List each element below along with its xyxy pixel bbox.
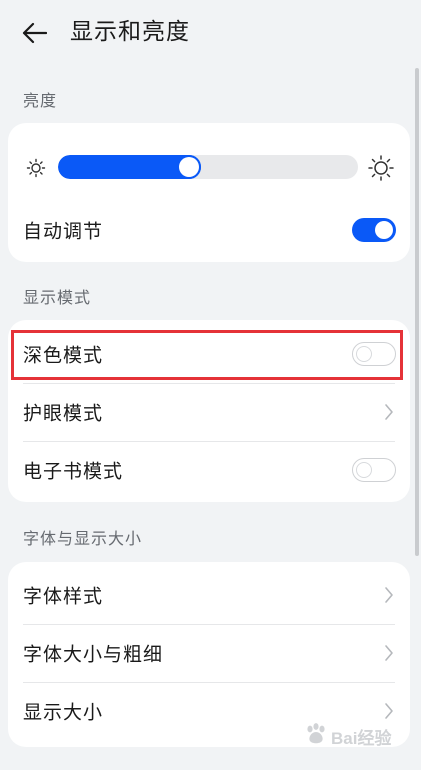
- arrow-left-icon: [22, 22, 47, 44]
- chevron-right-icon: [385, 645, 393, 661]
- back-button[interactable]: [18, 17, 50, 49]
- font-style-row[interactable]: 字体样式: [8, 566, 410, 624]
- section-title-brightness: 亮度: [23, 91, 58, 110]
- page-title: 显示和亮度: [70, 19, 190, 45]
- auto-adjust-row[interactable]: 自动调节: [8, 201, 410, 259]
- font-size-weight-row[interactable]: 字体大小与粗细: [8, 624, 410, 682]
- brightness-card: 自动调节: [8, 123, 410, 262]
- eye-comfort-label: 护眼模式: [23, 402, 104, 425]
- chevron-right-icon: [385, 587, 393, 603]
- chevron-right-icon: [385, 404, 393, 420]
- title-bar: 显示和亮度: [0, 0, 421, 66]
- toggle-knob: [375, 221, 393, 239]
- auto-adjust-toggle[interactable]: [352, 218, 396, 242]
- ebook-mode-label: 电子书模式: [23, 460, 124, 483]
- display-size-label: 显示大小: [23, 701, 104, 724]
- section-title-font: 字体与显示大小: [23, 529, 143, 548]
- brightness-slider-thumb[interactable]: [179, 157, 199, 177]
- ebook-mode-toggle[interactable]: [352, 458, 396, 482]
- paw-icon: [307, 723, 325, 744]
- watermark-text: Bai经验: [331, 729, 392, 748]
- sun-small-icon: [26, 158, 46, 178]
- auto-adjust-label: 自动调节: [23, 220, 104, 243]
- font-style-label: 字体样式: [23, 585, 104, 608]
- ebook-mode-row[interactable]: 电子书模式: [8, 441, 410, 499]
- section-title-display-mode: 显示模式: [23, 288, 92, 307]
- scrollbar[interactable]: [415, 68, 419, 556]
- watermark: Bai经验: [303, 714, 421, 754]
- sun-large-icon: [368, 155, 394, 181]
- font-size-weight-label: 字体大小与粗细: [23, 643, 164, 666]
- toggle-knob: [356, 462, 372, 478]
- highlight-box: [11, 330, 403, 380]
- brightness-slider[interactable]: [58, 155, 358, 179]
- eye-comfort-row[interactable]: 护眼模式: [8, 383, 410, 441]
